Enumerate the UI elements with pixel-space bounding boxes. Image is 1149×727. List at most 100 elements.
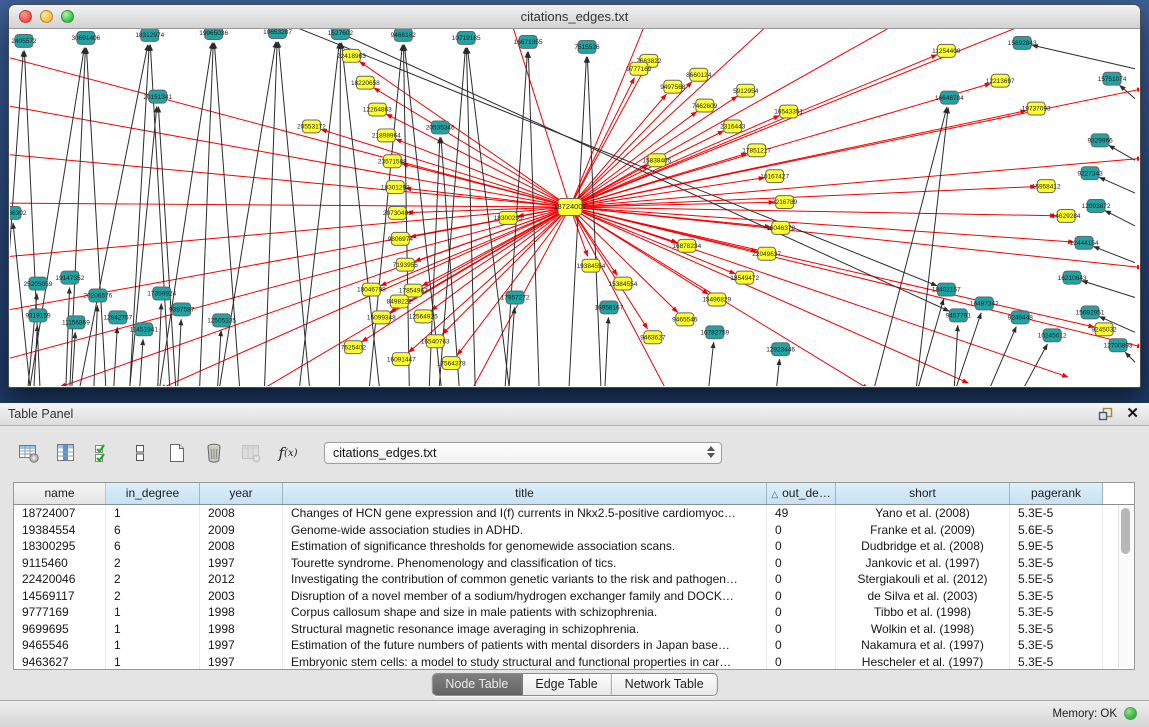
close-panel-icon[interactable]: ✕ <box>1126 406 1139 422</box>
cell-in-degree[interactable]: 2 <box>106 571 200 588</box>
cell-pagerank[interactable]: 5.6E-5 <box>1010 522 1103 539</box>
cell-short[interactable]: Franke et al. (2009) <box>836 522 1010 539</box>
cell-year[interactable]: 1998 <box>200 621 283 638</box>
cell-name[interactable]: 9465546 <box>14 637 106 654</box>
cell-out-degree[interactable]: 0 <box>767 555 836 572</box>
cell-short[interactable]: Hescheler et al. (1997) <box>836 654 1010 671</box>
cell-title[interactable]: Estimation of the future numbers of pati… <box>283 637 767 654</box>
cell-in-degree[interactable]: 1 <box>106 505 200 522</box>
cell-year[interactable]: 1998 <box>200 604 283 621</box>
cell-in-degree[interactable]: 2 <box>106 555 200 572</box>
cell-in-degree[interactable]: 6 <box>106 522 200 539</box>
network-node[interactable]: 8660124 <box>686 68 712 81</box>
cell-out-degree[interactable]: 0 <box>767 538 836 555</box>
column-header-title[interactable]: title <box>283 483 767 504</box>
cell-short[interactable]: Wolkin et al. (1998) <box>836 621 1010 638</box>
network-node[interactable]: 22418963 <box>337 49 366 62</box>
network-node[interactable]: 16671355 <box>514 35 543 48</box>
network-node[interactable]: 16958167 <box>595 301 624 314</box>
network-node[interactable]: 30691406 <box>71 31 100 44</box>
cell-title[interactable]: Corpus callosum shape and size in male p… <box>283 604 767 621</box>
network-node[interactable]: 9497568 <box>660 80 686 93</box>
network-node[interactable]: 9227343 <box>1077 167 1103 180</box>
network-node[interactable]: 7515526 <box>574 40 600 53</box>
network-node[interactable]: 18312974 <box>135 29 164 41</box>
cell-year[interactable]: 2008 <box>200 505 283 522</box>
network-node[interactable]: 5912954 <box>733 84 759 97</box>
table-selector-dropdown[interactable]: citations_edges.txt <box>324 442 722 464</box>
tab-edge-table[interactable]: Edge Table <box>522 674 611 695</box>
cell-short[interactable]: Tibbo et al. (1998) <box>836 604 1010 621</box>
cell-short[interactable]: Yano et al. (2008) <box>836 505 1010 522</box>
cell-in-degree[interactable]: 1 <box>106 621 200 638</box>
network-node[interactable]: 25205059 <box>24 277 53 290</box>
network-node[interactable]: 16210643 <box>1058 271 1087 284</box>
network-node[interactable]: 15958412 <box>1032 180 1061 193</box>
cell-year[interactable]: 1997 <box>200 637 283 654</box>
cell-pagerank[interactable]: 5.3E-5 <box>1010 604 1103 621</box>
network-node[interactable]: 18724007 <box>553 199 586 216</box>
close-window-button[interactable] <box>19 10 32 23</box>
cell-name[interactable]: 22420046 <box>14 571 106 588</box>
table-row[interactable]: 14569117 2 2003 Disruption of a novel me… <box>14 588 1134 605</box>
network-node[interactable]: 20535346 <box>426 121 455 134</box>
cell-title[interactable]: Structural magnetic resonance image aver… <box>283 621 767 638</box>
cell-title[interactable]: Embryonic stem cells: a model to study s… <box>283 654 767 671</box>
delete-table-icon[interactable] <box>201 440 227 466</box>
cell-in-degree[interactable]: 1 <box>106 654 200 671</box>
cell-pagerank[interactable]: 5.3E-5 <box>1010 637 1103 654</box>
network-node[interactable]: 15692843 <box>1008 36 1037 49</box>
function-builder-icon[interactable]: f(x) <box>275 440 301 466</box>
network-node[interactable]: 19965036 <box>199 29 228 39</box>
network-node[interactable]: 18220658 <box>351 76 380 89</box>
select-rows-icon[interactable] <box>90 440 116 466</box>
float-panel-icon[interactable] <box>1098 407 1114 422</box>
network-node[interactable]: 15751074 <box>1098 72 1127 85</box>
cell-out-degree[interactable]: 0 <box>767 571 836 588</box>
cell-in-degree[interactable]: 2 <box>106 588 200 605</box>
network-canvas[interactable]: 1872400724055723069140618312974199650361… <box>10 29 1139 386</box>
network-node[interactable]: 14629284 <box>1052 209 1081 222</box>
column-header-year[interactable]: year <box>200 483 283 504</box>
tab-network-table[interactable]: Network Table <box>612 674 717 695</box>
column-header-name[interactable]: name <box>14 483 106 504</box>
network-node[interactable]: 12700893 <box>1104 339 1133 352</box>
cell-name[interactable]: 19384554 <box>14 522 106 539</box>
cell-name[interactable]: 18724007 <box>14 505 106 522</box>
row-height-icon[interactable] <box>127 440 153 466</box>
window-titlebar[interactable]: citations_edges.txt <box>9 5 1140 29</box>
network-node[interactable]: 8498222 <box>387 295 413 308</box>
network-node[interactable]: 7462609 <box>692 99 718 112</box>
select-columns-icon[interactable] <box>53 440 79 466</box>
network-node[interactable]: 12093872 <box>1082 200 1111 213</box>
cell-name[interactable]: 9463627 <box>14 654 106 671</box>
cell-name[interactable]: 9777169 <box>14 604 106 621</box>
minimize-window-button[interactable] <box>40 10 53 23</box>
network-node[interactable]: 9806974 <box>388 232 414 245</box>
network-node[interactable]: 9329966 <box>1087 134 1113 147</box>
cell-title[interactable]: Tourette syndrome. Phenomenology and cla… <box>283 555 767 572</box>
cell-pagerank[interactable]: 5.3E-5 <box>1010 505 1103 522</box>
cell-out-degree[interactable]: 0 <box>767 604 836 621</box>
memory-status-indicator[interactable] <box>1124 707 1137 720</box>
network-node[interactable]: 9463627 <box>640 331 666 344</box>
cell-pagerank[interactable]: 5.3E-5 <box>1010 654 1103 671</box>
network-node[interactable]: 9457791 <box>946 309 972 322</box>
table-row[interactable]: 19384554 6 2009 Genome-wide association … <box>14 522 1134 539</box>
table-row[interactable]: 9777169 1 1998 Corpus callosum shape and… <box>14 604 1134 621</box>
table-settings-icon[interactable] <box>16 440 42 466</box>
cell-out-degree[interactable]: 0 <box>767 654 836 671</box>
cell-short[interactable]: Dudbridge et al. (2008) <box>836 538 1010 555</box>
cell-out-degree[interactable]: 0 <box>767 522 836 539</box>
network-node[interactable]: 9466162 <box>391 29 417 41</box>
network-node[interactable]: 17359924 <box>147 287 176 300</box>
create-table-icon[interactable] <box>164 440 190 466</box>
column-header-pagerank[interactable]: pagerank <box>1010 483 1103 504</box>
network-node[interactable]: 20730481 <box>383 207 412 220</box>
cell-pagerank[interactable]: 5.5E-5 <box>1010 571 1103 588</box>
table-row[interactable]: 9115460 2 1997 Tourette syndrome. Phenom… <box>14 555 1134 572</box>
network-node[interactable]: 19384554 <box>577 259 606 272</box>
table-row[interactable]: 18300295 6 2008 Estimation of significan… <box>14 538 1134 555</box>
column-header-in-degree[interactable]: in_degree <box>106 483 200 504</box>
table-row[interactable]: 22420046 2 2012 Investigating the contri… <box>14 571 1134 588</box>
